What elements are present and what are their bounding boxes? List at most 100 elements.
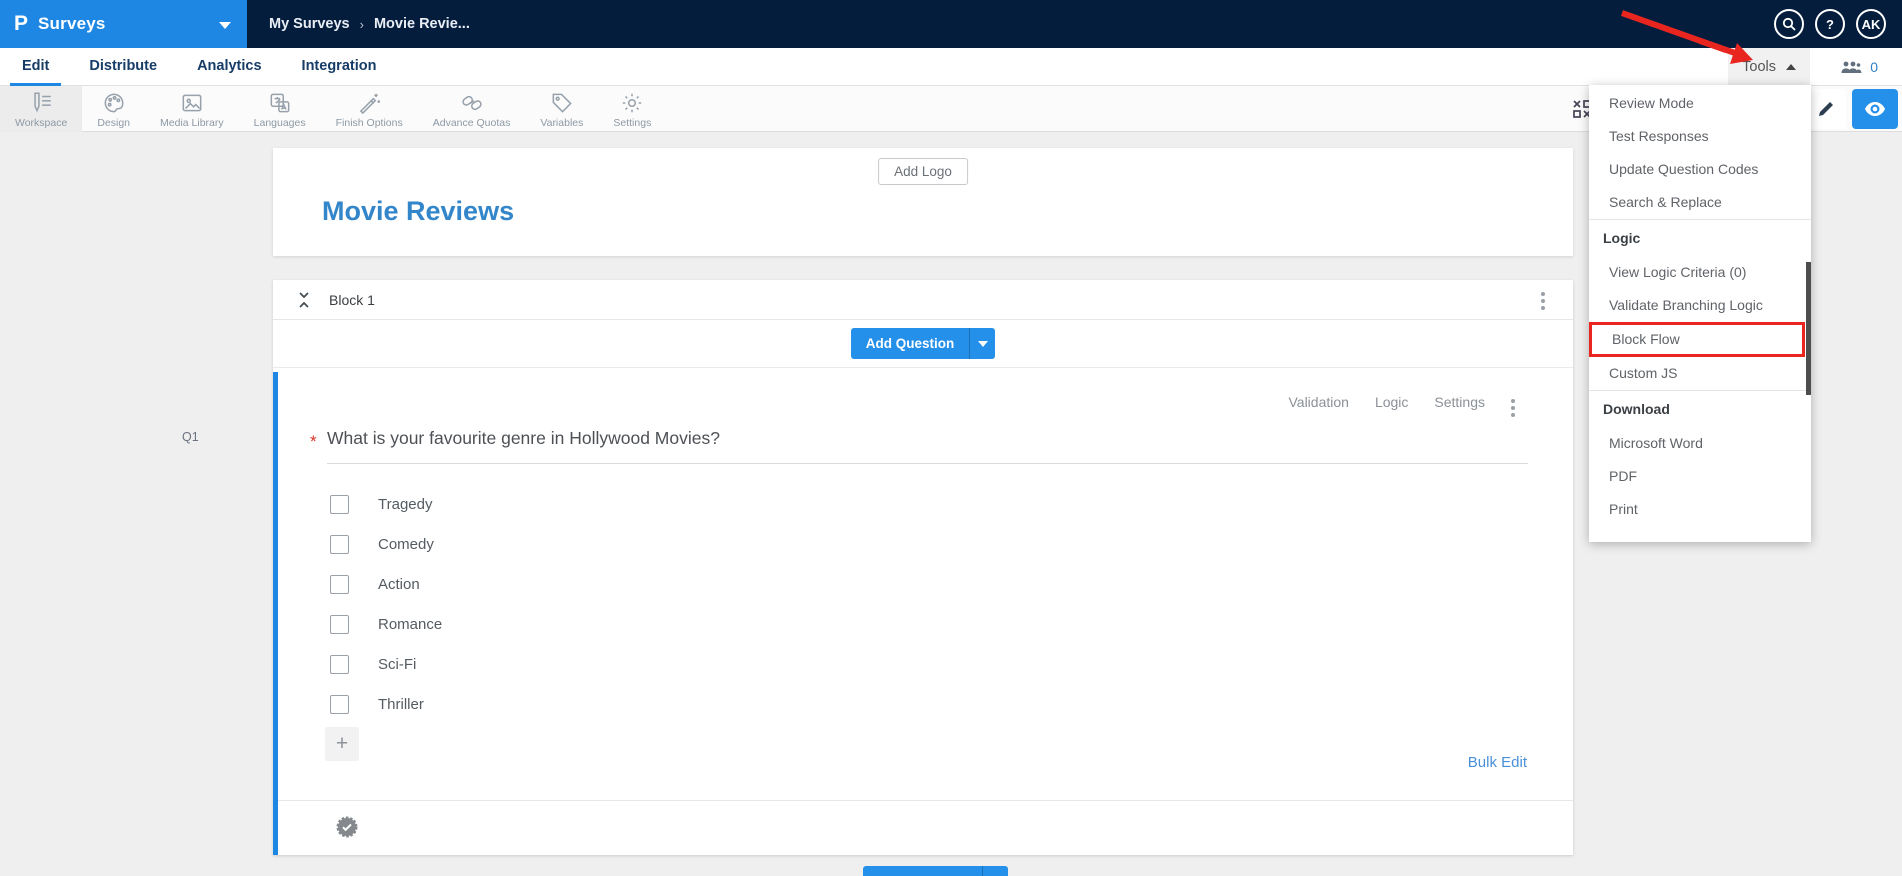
breadcrumb: My Surveys › Movie Revie... bbox=[247, 16, 470, 32]
menu-item-custom-js[interactable]: Custom JS bbox=[1589, 357, 1811, 390]
toolbar-item-variables[interactable]: Variables bbox=[525, 86, 598, 132]
question-card[interactable]: Validation Logic Settings * What is your… bbox=[273, 372, 1573, 855]
required-asterisk: * bbox=[310, 432, 317, 451]
toolbar-item-finish-options[interactable]: Finish Options bbox=[321, 86, 418, 132]
eye-icon bbox=[1865, 102, 1885, 116]
list-item[interactable]: Comedy bbox=[330, 524, 442, 564]
checkbox-comedy[interactable] bbox=[330, 534, 349, 554]
list-item[interactable]: Action bbox=[330, 564, 442, 604]
collapse-block-icon[interactable] bbox=[295, 291, 313, 309]
edit-mode-button[interactable] bbox=[1806, 89, 1846, 129]
block-header: Block 1 bbox=[273, 280, 1573, 320]
block-card: Block 1 Add Question Validation Logic Se… bbox=[273, 280, 1573, 855]
bulk-edit-link[interactable]: Bulk Edit bbox=[1468, 754, 1527, 771]
avatar-initials: AK bbox=[1861, 16, 1881, 32]
section-tab-bar: Edit Distribute Analytics Integration To… bbox=[0, 48, 1902, 86]
help-icon: ? bbox=[1826, 16, 1834, 32]
gear-icon bbox=[623, 93, 642, 113]
menu-item-pdf[interactable]: PDF bbox=[1589, 460, 1811, 493]
avatar[interactable]: AK bbox=[1856, 9, 1886, 39]
add-logo-button[interactable]: Add Logo bbox=[878, 158, 968, 185]
checkbox-romance[interactable] bbox=[330, 614, 349, 634]
verified-badge-icon[interactable] bbox=[335, 815, 359, 839]
tab-distribute[interactable]: Distribute bbox=[77, 48, 169, 86]
search-icon bbox=[1782, 17, 1796, 31]
brand-logo-icon: P bbox=[14, 12, 29, 35]
brand-name: Surveys bbox=[38, 14, 106, 33]
add-option-button[interactable]: + bbox=[325, 727, 359, 761]
menu-item-search-replace[interactable]: Search & Replace bbox=[1589, 186, 1811, 219]
image-icon bbox=[182, 94, 202, 112]
list-item[interactable]: Thriller bbox=[330, 684, 442, 724]
breadcrumb-my-surveys[interactable]: My Surveys bbox=[269, 16, 350, 32]
help-button[interactable]: ? bbox=[1815, 9, 1845, 39]
menu-item-validate-branching-logic[interactable]: Validate Branching Logic bbox=[1589, 289, 1811, 322]
question-logic-link[interactable]: Logic bbox=[1375, 394, 1408, 410]
survey-title[interactable]: Movie Reviews bbox=[322, 196, 514, 227]
add-question-button[interactable]: Add Question bbox=[850, 328, 970, 359]
question-text-underline bbox=[327, 463, 1528, 464]
question-menu-button[interactable] bbox=[1511, 396, 1515, 420]
preview-button[interactable] bbox=[1852, 89, 1898, 129]
menu-item-block-flow[interactable]: Block Flow bbox=[1589, 322, 1805, 357]
question-footer bbox=[278, 800, 1573, 855]
toolbar-item-advance-quotas[interactable]: Advance Quotas bbox=[418, 86, 526, 132]
tools-dropdown-menu: Review Mode Test Responses Update Questi… bbox=[1589, 85, 1811, 542]
list-item[interactable]: Sci-Fi bbox=[330, 644, 442, 684]
add-question-dropdown-button[interactable] bbox=[969, 328, 996, 359]
question-number: Q1 bbox=[182, 430, 199, 444]
toolbar-item-design[interactable]: Design bbox=[82, 86, 145, 132]
app-switcher[interactable]: P Surveys bbox=[0, 0, 247, 48]
toolbar-item-workspace[interactable]: Workspace bbox=[0, 86, 83, 132]
chevron-down-icon bbox=[977, 340, 988, 347]
answer-options-list: Tragedy Comedy Action Romance Sci-Fi Thr… bbox=[330, 484, 442, 724]
collaborators-indicator[interactable]: 0 bbox=[1840, 48, 1878, 86]
menu-header-logic: Logic bbox=[1603, 230, 1641, 246]
tab-integration[interactable]: Integration bbox=[290, 48, 389, 86]
menu-item-print[interactable]: Print bbox=[1589, 493, 1811, 526]
toolbar-item-media-library[interactable]: Media Library bbox=[145, 86, 239, 132]
translate-icon bbox=[270, 93, 290, 113]
checkbox-action[interactable] bbox=[330, 574, 349, 594]
top-navigation-bar: P Surveys My Surveys › Movie Revie... ? … bbox=[0, 0, 1902, 48]
checkbox-scifi[interactable] bbox=[330, 654, 349, 674]
menu-item-test-responses[interactable]: Test Responses bbox=[1589, 120, 1811, 153]
toolbar-item-languages[interactable]: Languages bbox=[239, 86, 321, 132]
palette-icon bbox=[104, 93, 124, 113]
tools-dropdown-button[interactable]: Tools bbox=[1728, 48, 1810, 86]
breadcrumb-separator-icon: › bbox=[359, 16, 364, 32]
chain-link-icon bbox=[461, 95, 482, 111]
collaborators-count: 0 bbox=[1870, 59, 1878, 75]
menu-scrollbar-thumb[interactable] bbox=[1806, 262, 1811, 395]
pencil-icon bbox=[1819, 102, 1833, 116]
checkbox-thriller[interactable] bbox=[330, 694, 349, 714]
menu-item-review-mode[interactable]: Review Mode bbox=[1589, 87, 1811, 120]
toolbar-item-settings[interactable]: Settings bbox=[598, 86, 666, 132]
list-item[interactable]: Tragedy bbox=[330, 484, 442, 524]
menu-header-download: Download bbox=[1603, 401, 1670, 417]
question-validation-link[interactable]: Validation bbox=[1288, 394, 1348, 410]
tab-analytics[interactable]: Analytics bbox=[185, 48, 273, 86]
chevron-down-icon bbox=[219, 22, 231, 29]
tab-edit[interactable]: Edit bbox=[10, 48, 62, 86]
question-text[interactable]: What is your favourite genre in Hollywoo… bbox=[327, 428, 720, 449]
add-question-row: Add Question bbox=[273, 320, 1573, 368]
search-button[interactable] bbox=[1774, 9, 1804, 39]
chevron-up-icon bbox=[1786, 64, 1796, 70]
breadcrumb-survey-name: Movie Revie... bbox=[373, 16, 470, 32]
tools-label: Tools bbox=[1742, 59, 1776, 75]
workspace-icon bbox=[34, 92, 51, 113]
menu-item-microsoft-word[interactable]: Microsoft Word bbox=[1589, 427, 1811, 460]
block-menu-button[interactable] bbox=[1541, 289, 1545, 313]
question-settings-link[interactable]: Settings bbox=[1434, 394, 1485, 410]
tag-icon bbox=[552, 93, 572, 113]
add-question-bottom[interactable]: Add Question bbox=[863, 866, 1008, 876]
list-item[interactable]: Romance bbox=[330, 604, 442, 644]
add-question-button[interactable]: Add Question bbox=[863, 866, 982, 876]
magic-wand-icon bbox=[359, 93, 381, 115]
menu-item-view-logic-criteria[interactable]: View Logic Criteria (0) bbox=[1589, 256, 1811, 289]
add-question-dropdown-button[interactable] bbox=[981, 866, 1008, 876]
block-title[interactable]: Block 1 bbox=[329, 292, 375, 308]
menu-item-update-question-codes[interactable]: Update Question Codes bbox=[1589, 153, 1811, 186]
checkbox-tragedy[interactable] bbox=[330, 494, 349, 514]
